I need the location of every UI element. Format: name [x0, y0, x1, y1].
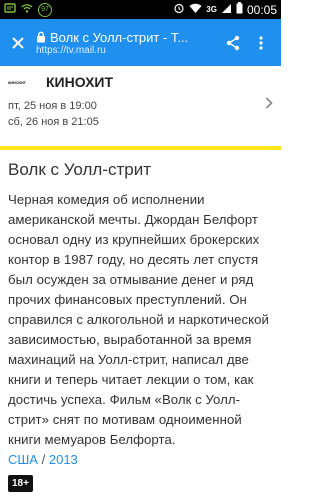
year-link[interactable]: 2013 [49, 452, 78, 467]
notification-icon [4, 2, 16, 17]
chevron-right-icon[interactable] [265, 96, 273, 114]
address-area[interactable]: Волк с Уолл-стрит - Т... https://tv.mail… [32, 30, 219, 56]
battery-icon [236, 2, 243, 17]
lock-icon [37, 31, 45, 43]
schedule-time: пт, 25 ноя в 19:00 [8, 100, 97, 112]
country-link[interactable]: США [8, 452, 38, 467]
browser-toolbar: Волк с Уолл-стрит - Т... https://tv.mail… [0, 19, 281, 66]
film-description: Черная комедия об исполнении американско… [8, 192, 269, 447]
network-type: 3G [206, 5, 217, 14]
overflow-menu-button[interactable] [247, 29, 275, 57]
film-title: Волк с Уолл-стрит [8, 160, 151, 179]
film-meta: США / 2013 [8, 452, 273, 467]
signal-icon [221, 3, 232, 17]
channel-name: КИНОХИТ [46, 74, 114, 90]
alarm-icon [173, 2, 185, 17]
battery-percent-badge: 97 [38, 2, 52, 17]
status-bar: 97 3G 00:05 [0, 0, 281, 19]
close-icon [12, 36, 24, 49]
film-content: Волк с Уолл-стрит Черная комедия об испо… [0, 150, 281, 492]
share-button[interactable] [219, 29, 247, 57]
meta-separator: / [41, 452, 46, 467]
page-url: https://tv.mail.ru [36, 44, 106, 56]
clock: 00:05 [246, 2, 277, 17]
more-vert-icon [259, 35, 263, 50]
channel-logo: КИНОХИТ [8, 79, 26, 85]
share-icon [226, 35, 240, 50]
page-title: Волк с Уолл-стрит - Т... [50, 29, 189, 45]
wifi-signal-icon [21, 2, 33, 17]
schedule-time: сб, 26 ноя в 21:05 [8, 116, 99, 128]
schedule-card[interactable]: КИНОХИТ КИНОХИТ пт, 25 ноя в 19:00 сб, 2… [0, 66, 281, 150]
schedule-times: пт, 25 ноя в 19:00 сб, 26 ноя в 21:05 [8, 98, 273, 130]
close-tab-button[interactable] [4, 29, 32, 57]
age-rating-badge: 18+ [8, 475, 33, 492]
wifi-icon [189, 3, 202, 17]
